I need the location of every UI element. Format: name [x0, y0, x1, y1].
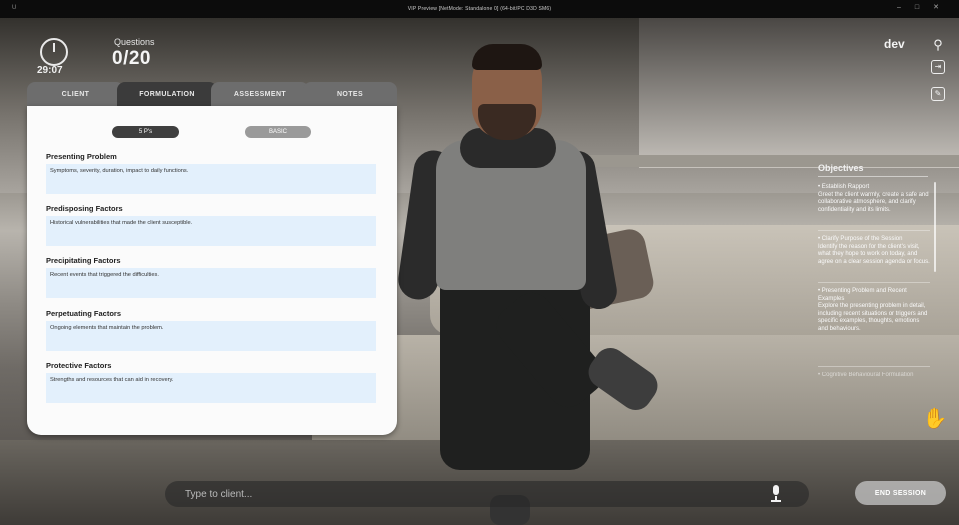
title-bar: U VIP Preview [NetMode: Standalone 0] (6…: [0, 0, 959, 18]
objective-divider: [818, 366, 930, 367]
perpetuating-factors-title: Perpetuating Factors: [46, 309, 122, 318]
chat-input[interactable]: [165, 481, 809, 507]
timer-text: 29:07: [37, 65, 63, 76]
tab-assessment[interactable]: ASSESSMENT: [211, 82, 309, 106]
window-controls[interactable]: –□✕: [897, 3, 953, 11]
tab-client[interactable]: CLIENT: [27, 82, 124, 106]
objectives-divider: [818, 176, 928, 177]
panel-body: 5 P's BASIC Presenting Problem Symptoms,…: [27, 106, 397, 435]
protective-factors-title: Protective Factors: [46, 361, 112, 370]
tab-notes[interactable]: NOTES: [303, 82, 397, 106]
perpetuating-factors-field[interactable]: Ongoing elements that maintain the probl…: [46, 321, 376, 351]
panel-tabs: CLIENT FORMULATION ASSESSMENT NOTES: [27, 82, 397, 106]
basic-toggle[interactable]: BASIC: [245, 126, 311, 138]
pencil-icon[interactable]: ✎: [931, 87, 945, 101]
session-timer: 29:07: [34, 38, 74, 78]
raise-hand-icon[interactable]: ✋: [922, 406, 948, 432]
objectives-title: Objectives: [818, 163, 864, 173]
microphone-icon[interactable]: [770, 485, 782, 503]
objective-item: • Clarify Purpose of the Session Identif…: [818, 236, 930, 265]
questions-label: Questions: [114, 37, 155, 47]
objective-divider: [818, 282, 930, 283]
predisposing-factors-title: Predisposing Factors: [46, 204, 123, 213]
close-button[interactable]: ✕: [933, 4, 953, 11]
protective-factors-field[interactable]: Strengths and resources that can aid in …: [46, 373, 376, 403]
maximize-button[interactable]: □: [915, 4, 933, 11]
exit-icon[interactable]: ⇥: [931, 60, 945, 74]
formulation-panel: CLIENT FORMULATION ASSESSMENT NOTES 5 P'…: [27, 82, 397, 435]
presenting-problem-field[interactable]: Symptoms, severity, duration, impact to …: [46, 164, 376, 194]
tree-icon[interactable]: ⚲: [931, 38, 945, 52]
questions-count: 0/20: [112, 48, 151, 69]
app-window: U VIP Preview [NetMode: Standalone 0] (6…: [0, 0, 959, 525]
user-name: dev: [884, 37, 905, 51]
predisposing-factors-field[interactable]: Historical vulnerabilities that made the…: [46, 216, 376, 246]
objectives-scrollbar[interactable]: [934, 182, 936, 272]
precipitating-factors-title: Precipitating Factors: [46, 256, 121, 265]
objective-divider: [818, 230, 930, 231]
objective-item: • Establish Rapport Greet the client war…: [818, 184, 929, 213]
end-session-button[interactable]: END SESSION: [855, 481, 946, 505]
precipitating-factors-field[interactable]: Recent events that triggered the difficu…: [46, 268, 376, 298]
objective-item: • Cognitive Behavioural Formulation: [818, 372, 914, 378]
objective-item: • Presenting Problem and Recent Examples…: [818, 288, 928, 332]
five-ps-toggle[interactable]: 5 P's: [112, 126, 179, 138]
timer-icon: [40, 38, 68, 66]
window-title: VIP Preview [NetMode: Standalone 0] (64-…: [407, 6, 552, 12]
presenting-problem-title: Presenting Problem: [46, 152, 117, 161]
client-avatar: [395, 40, 690, 525]
tab-formulation[interactable]: FORMULATION: [117, 82, 217, 106]
minimize-button[interactable]: –: [897, 4, 915, 11]
